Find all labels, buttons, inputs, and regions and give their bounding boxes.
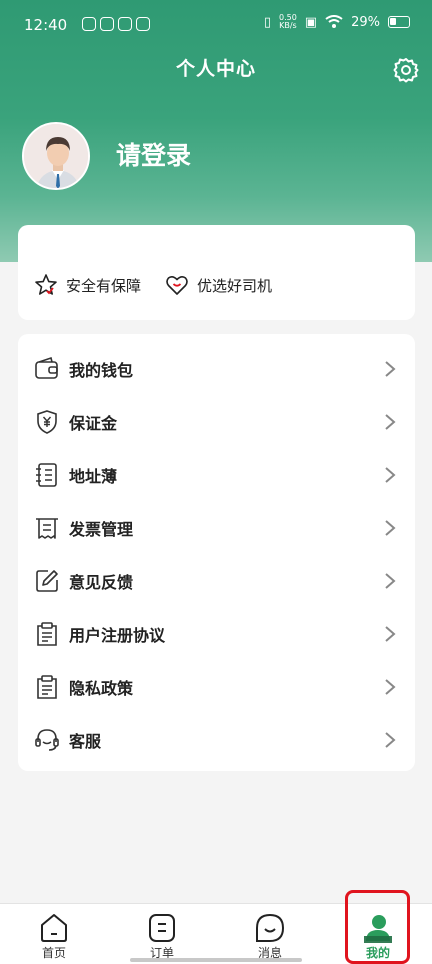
orders-icon [149,914,175,942]
profile-icon [364,915,392,943]
message-icon [256,913,285,942]
menu-item-label: 我的钱包 [69,361,134,380]
login-button[interactable]: 请登录 [116,136,191,172]
star-check-icon [35,274,57,295]
menu-item-customer-service[interactable]: 客服 [18,713,415,766]
chevron-right-icon [385,361,396,377]
clipboard-icon [37,675,57,699]
tab-label: 首页 [41,946,66,960]
menu-item-label: 用户注册协议 [69,626,166,645]
gear-icon[interactable] [392,56,420,84]
status-time: 12:40 [24,16,68,34]
tiktok-icon [100,17,114,31]
settings-notification-icon [136,17,150,31]
menu-item-user-agreement[interactable]: 用户注册协议 [18,607,415,660]
menu-item-feedback[interactable]: 意见反馈 [18,554,415,607]
tab-messages[interactable]: 消息 [216,904,324,964]
page-title: 个人中心 [175,58,256,80]
notification-icons [82,17,150,31]
menu-item-invoice[interactable]: 发票管理 [18,501,415,554]
feedback-edit-icon [36,570,58,592]
status-right: ▯ 0.50 KB/s ▣ 29% [264,14,410,30]
net-speed: 0.50 KB/s [278,13,297,30]
battery-percent: 29% [351,14,380,30]
battery-icon [388,16,410,28]
feature-label: 优选好司机 [197,276,273,295]
menu-item-privacy-policy[interactable]: 隐私政策 [18,660,415,713]
chevron-right-icon [385,467,396,483]
menu-card: 我的钱包 保证金 地址薄 发票管理 意见反馈 用户注册协议 隐私政策 客服 [18,334,415,771]
feature-driver: 优选好司机 [165,273,272,297]
status-bar: 12:40 ▯ 0.50 KB/s ▣ 29% [0,0,432,50]
feature-safety: 安全有保障 [34,273,141,297]
menu-item-label: 隐私政策 [69,679,134,698]
features-card: 安全有保障 优选好司机 [18,225,415,320]
sim-icon: ▣ [304,14,318,30]
address-book-icon [36,463,57,487]
menu-item-wallet[interactable]: 我的钱包 [18,342,415,395]
wifi-icon [325,15,343,28]
menu-item-label: 保证金 [69,414,118,433]
home-icon [41,914,67,942]
avatar[interactable] [22,122,90,190]
heart-icon [166,276,188,295]
tab-label: 我的 [365,946,390,960]
tab-home[interactable]: 首页 [0,904,108,964]
chevron-right-icon [385,732,396,748]
menu-item-label: 发票管理 [69,520,134,539]
tab-profile[interactable]: 我的 [324,904,432,964]
bottom-tab-bar: 首页 订单 消息 我的 [0,903,432,964]
chevron-right-icon [385,573,396,589]
vibrate-icon: ▯ [263,14,271,30]
menu-item-label: 地址薄 [69,467,118,486]
app-notification-icon [82,17,96,31]
chevron-right-icon [385,414,396,430]
home-indicator [130,958,302,962]
menu-item-label: 意见反馈 [69,573,134,592]
menu-item-label: 客服 [69,732,102,751]
headset-icon [35,729,59,751]
tab-orders[interactable]: 订单 [108,904,216,964]
chevron-right-icon [385,626,396,642]
clipboard-icon [37,622,57,646]
wallet-icon [35,356,58,379]
chevron-right-icon [385,520,396,536]
app-grid-icon [118,17,132,31]
invoice-icon [36,518,58,539]
chevron-right-icon [385,679,396,695]
menu-item-deposit[interactable]: 保证金 [18,395,415,448]
feature-label: 安全有保障 [66,276,142,295]
shield-yen-icon [37,410,57,434]
menu-item-address-book[interactable]: 地址薄 [18,448,415,501]
